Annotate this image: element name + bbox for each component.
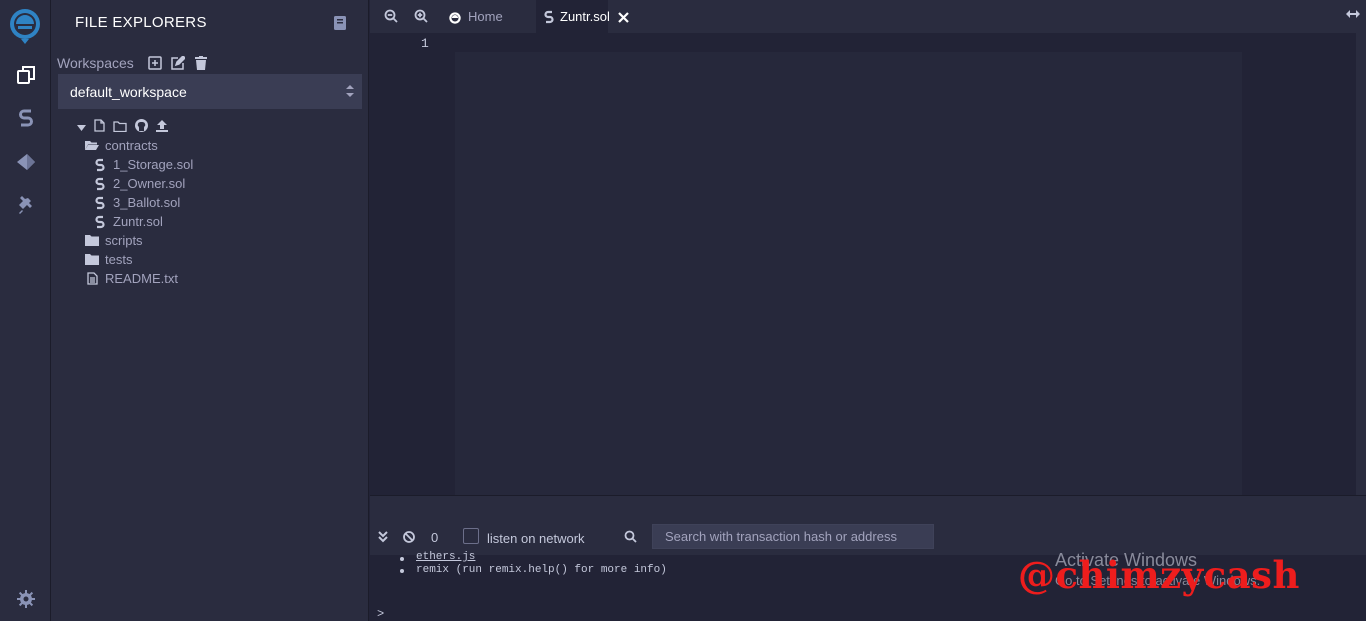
new-file-icon[interactable]: [94, 119, 105, 137]
tree-file[interactable]: Zuntr.sol: [93, 212, 163, 231]
tree-file[interactable]: 2_Owner.sol: [93, 174, 185, 193]
workspace-select-value: default_workspace: [70, 84, 187, 100]
folder-icon: [85, 234, 99, 248]
collapse-terminal-icon[interactable]: [378, 530, 390, 543]
icon-panel: [0, 0, 51, 621]
rename-workspace-icon[interactable]: [170, 55, 185, 70]
remix-ide: FILE EXPLORERS Workspaces default_worksp…: [0, 0, 1366, 621]
zoom-in-icon[interactable]: [414, 9, 429, 24]
tab-zuntr-sol[interactable]: Zuntr.sol: [536, 0, 629, 33]
watermark-text: @chimzycash: [1018, 553, 1300, 597]
tree-label: 2_Owner.sol: [113, 176, 186, 191]
listen-network-label: listen on network: [487, 531, 585, 546]
search-icon: [624, 530, 637, 543]
bullet-icon: [400, 569, 404, 573]
workspace-select[interactable]: default_workspace: [58, 74, 362, 109]
folder-icon: [85, 253, 99, 267]
tree-folder-tests[interactable]: tests: [85, 250, 132, 269]
solidity-file-icon: [93, 177, 107, 191]
terminal-resize-handle[interactable]: [370, 495, 1366, 517]
remix-logo-icon[interactable]: [4, 6, 46, 46]
workspace-actions: [147, 55, 208, 70]
tree-label: Zuntr.sol: [113, 214, 163, 229]
upload-icon[interactable]: [156, 119, 168, 137]
tree-label: tests: [105, 252, 133, 267]
solidity-file-icon: [544, 10, 554, 24]
terminal-link-ethers[interactable]: ethers.js: [416, 551, 475, 563]
bullet-icon: [400, 557, 404, 561]
collapse-caret-icon[interactable]: [77, 119, 86, 137]
code-editor[interactable]: 1: [370, 33, 1366, 495]
clear-console-icon[interactable]: [403, 530, 415, 543]
tab-label: Home: [468, 9, 503, 24]
editor-scrollbar[interactable]: [1356, 33, 1366, 495]
transaction-search-input[interactable]: [652, 524, 934, 549]
line-number: 1: [421, 36, 429, 51]
close-tab-icon[interactable]: [618, 11, 629, 23]
select-arrows-icon: [346, 84, 354, 98]
tree-folder-contracts[interactable]: contracts: [85, 136, 158, 155]
editor-content[interactable]: [455, 52, 1242, 495]
terminal-prompt[interactable]: >: [377, 607, 384, 621]
zoom-out-icon[interactable]: [384, 9, 399, 24]
tree-label: README.txt: [105, 271, 178, 286]
tree-file[interactable]: 1_Storage.sol: [93, 155, 193, 174]
solidity-file-icon: [93, 196, 107, 210]
deploy-run-icon[interactable]: [13, 149, 39, 175]
remix-home-icon: [448, 10, 462, 24]
pending-tx-count: 0: [431, 530, 439, 545]
new-folder-icon[interactable]: [113, 119, 127, 137]
folder-open-icon: [85, 139, 99, 153]
tree-file-readme[interactable]: README.txt: [85, 269, 178, 288]
tab-label: Zuntr.sol: [560, 9, 610, 24]
tree-label: scripts: [105, 233, 143, 248]
delete-workspace-icon[interactable]: [193, 55, 208, 70]
solidity-file-icon: [93, 158, 107, 172]
file-explorer-panel: FILE EXPLORERS Workspaces default_worksp…: [51, 0, 369, 621]
listen-network-checkbox[interactable]: [463, 528, 479, 544]
file-tree-actions: [77, 119, 168, 137]
terminal-line-remix: remix (run remix.help() for more info): [416, 564, 667, 576]
solidity-compiler-icon[interactable]: [13, 105, 39, 131]
github-icon[interactable]: [135, 119, 148, 137]
panel-title: FILE EXPLORERS: [75, 14, 207, 31]
tree-label: contracts: [105, 138, 158, 153]
workspaces-label: Workspaces: [57, 55, 134, 71]
plugin-manager-icon[interactable]: [13, 193, 39, 219]
create-workspace-icon[interactable]: [147, 55, 162, 70]
tree-label: 3_Ballot.sol: [113, 195, 181, 210]
settings-gear-icon[interactable]: [13, 586, 39, 612]
tree-label: 1_Storage.sol: [113, 157, 194, 172]
expand-arrows-icon[interactable]: [1346, 6, 1360, 18]
solidity-file-icon: [93, 215, 107, 229]
docs-book-icon[interactable]: [333, 15, 347, 31]
tree-file[interactable]: 3_Ballot.sol: [93, 193, 180, 212]
file-explorer-icon[interactable]: [13, 62, 39, 88]
tab-home[interactable]: Home: [448, 0, 536, 33]
editor-tab-bar: Home Zuntr.sol: [370, 0, 1366, 33]
text-file-icon: [85, 272, 99, 286]
tree-folder-scripts[interactable]: scripts: [85, 231, 143, 250]
terminal-toolbar: 0 listen on network: [370, 517, 1366, 555]
